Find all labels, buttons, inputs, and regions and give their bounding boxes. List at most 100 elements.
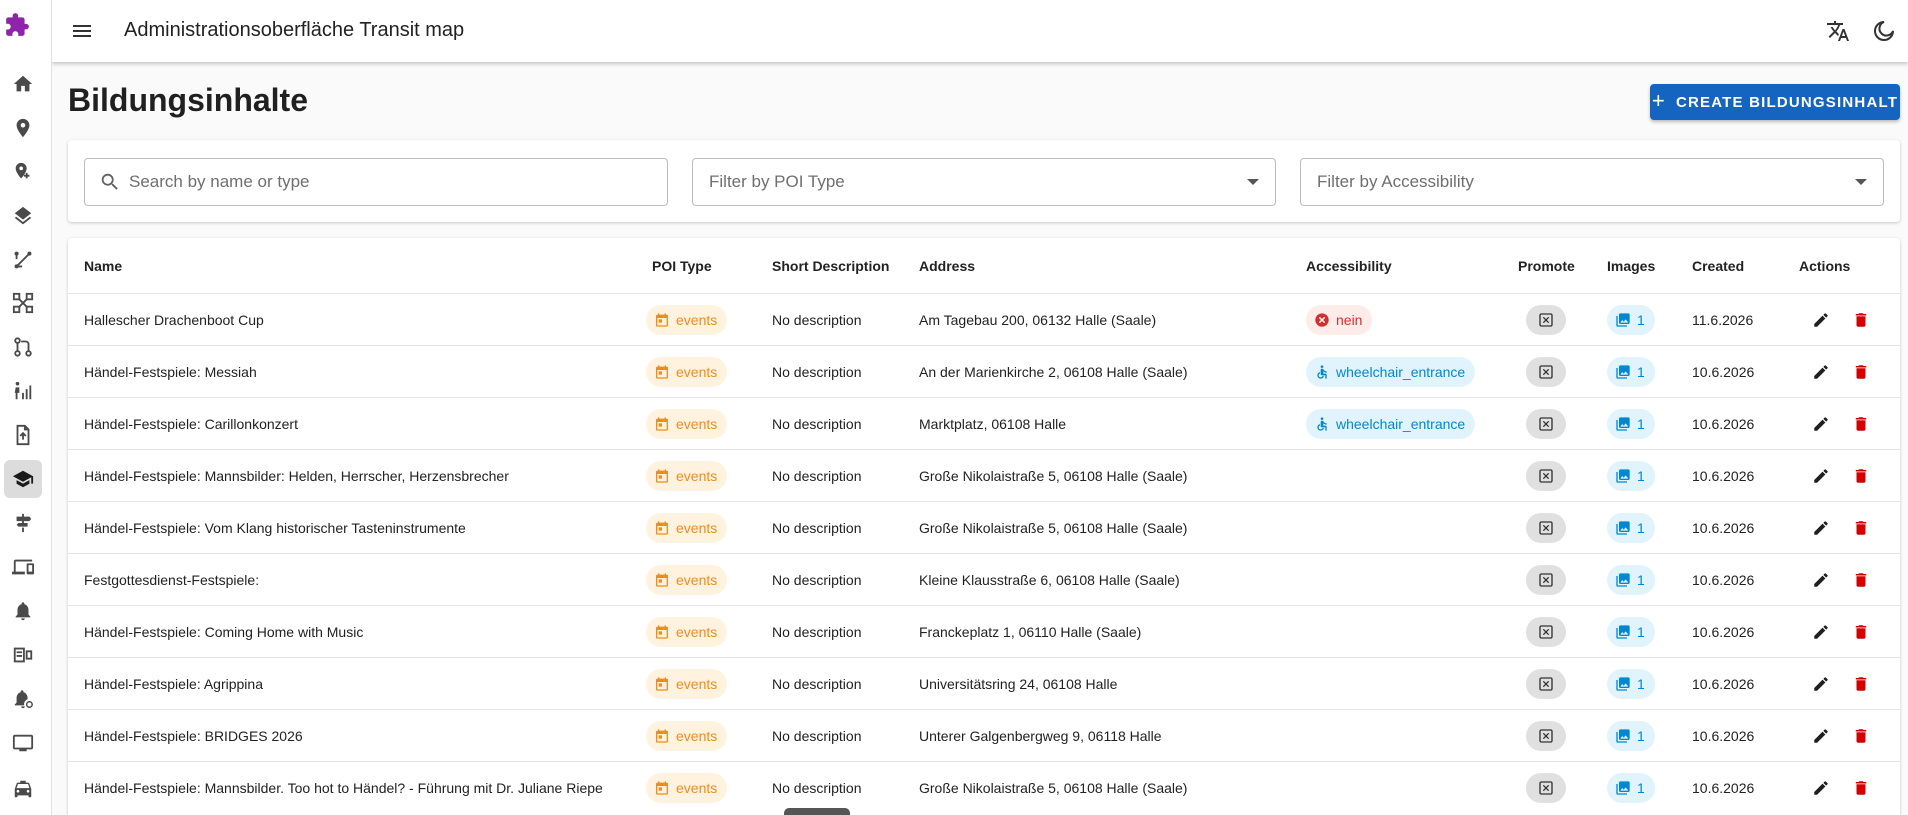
images-chip[interactable]: 1 bbox=[1607, 305, 1655, 335]
sidebar-item-devices[interactable] bbox=[4, 548, 42, 586]
edit-button[interactable] bbox=[1809, 360, 1833, 384]
table-row[interactable]: Händel-Festspiele: Vom Klang historische… bbox=[68, 501, 1900, 553]
images-chip[interactable]: 1 bbox=[1607, 565, 1655, 595]
table-row[interactable]: Händel-Festspiele: Coming Home with Musi… bbox=[68, 605, 1900, 657]
table-row[interactable]: Hallescher Drachenboot Cup events No descr… bbox=[68, 293, 1900, 345]
app-logo-icon[interactable] bbox=[4, 12, 30, 38]
created-date: 10.6.2026 bbox=[1692, 520, 1755, 536]
sidebar-item-school[interactable] bbox=[4, 460, 42, 498]
sidebar-item-accessibility-stats[interactable] bbox=[4, 372, 42, 410]
delete-button[interactable] bbox=[1849, 308, 1873, 332]
images-chip[interactable]: 1 bbox=[1607, 773, 1655, 803]
event-calendar-icon bbox=[656, 365, 668, 379]
images-chip[interactable]: 1 bbox=[1607, 461, 1655, 491]
delete-trash-icon bbox=[1855, 521, 1867, 535]
column-header-poi-type[interactable]: POI Type bbox=[652, 258, 712, 274]
address: Unterer Galgenbergweg 9, 06118 Halle bbox=[919, 728, 1162, 744]
menu-button[interactable] bbox=[68, 17, 96, 45]
images-chip[interactable]: 1 bbox=[1607, 721, 1655, 751]
table-row[interactable]: Händel-Festspiele: Agrippina events No des… bbox=[68, 657, 1900, 709]
sidebar-item-transit-lines[interactable] bbox=[4, 328, 42, 366]
sidebar-item-layers[interactable] bbox=[4, 197, 42, 235]
accessibility-cell: wheelchair_entrance bbox=[1306, 398, 1476, 450]
column-header-accessibility[interactable]: Accessibility bbox=[1306, 258, 1392, 274]
sidebar-item-display-device[interactable] bbox=[4, 636, 42, 674]
table-row[interactable]: Händel-Festspiele: Mannsbilder: Helden, … bbox=[68, 449, 1900, 501]
promote-toggle[interactable] bbox=[1526, 773, 1566, 803]
actions-cell bbox=[1809, 346, 1873, 398]
delete-button[interactable] bbox=[1849, 516, 1873, 540]
poi-type-chip: events bbox=[646, 565, 728, 595]
delete-button[interactable] bbox=[1849, 412, 1873, 436]
theme-toggle-button[interactable] bbox=[1870, 17, 1898, 45]
edit-button[interactable] bbox=[1809, 568, 1833, 592]
column-header-promote[interactable]: Promote bbox=[1518, 258, 1575, 274]
edit-button[interactable] bbox=[1809, 776, 1833, 800]
table-row[interactable]: Festgottesdienst-Festspiele: events No des… bbox=[68, 553, 1900, 605]
images-cell: 1 bbox=[1607, 294, 1655, 346]
edit-button[interactable] bbox=[1809, 464, 1833, 488]
images-chip[interactable]: 1 bbox=[1607, 617, 1655, 647]
promote-toggle[interactable] bbox=[1526, 721, 1566, 751]
edit-button[interactable] bbox=[1809, 516, 1833, 540]
images-chip[interactable]: 1 bbox=[1607, 513, 1655, 543]
sidebar-item-add-location[interactable] bbox=[4, 153, 42, 191]
address-cell: Unterer Galgenbergweg 9, 06118 Halle bbox=[919, 710, 1162, 762]
table-row[interactable]: Händel-Festspiele: Mannsbilder. Too hot … bbox=[68, 761, 1900, 813]
delete-button[interactable] bbox=[1849, 360, 1873, 384]
edit-pencil-icon bbox=[1814, 573, 1828, 587]
search-input[interactable]: Search by name or type bbox=[84, 158, 668, 206]
scrollbar-thumb[interactable] bbox=[784, 808, 850, 815]
edit-button[interactable] bbox=[1809, 412, 1833, 436]
column-header-short-description[interactable]: Short Description bbox=[772, 258, 889, 274]
poi-type-select[interactable]: Filter by POI Type bbox=[692, 158, 1276, 206]
sidebar-item-notification-settings[interactable] bbox=[4, 680, 42, 718]
images-chip[interactable]: 1 bbox=[1607, 409, 1655, 439]
promote-toggle[interactable] bbox=[1526, 461, 1566, 491]
sidebar-item-file-upload[interactable] bbox=[4, 416, 42, 454]
images-chip[interactable]: 1 bbox=[1607, 669, 1655, 699]
promote-toggle[interactable] bbox=[1526, 565, 1566, 595]
promote-toggle[interactable] bbox=[1526, 409, 1566, 439]
sidebar-item-monitor[interactable] bbox=[4, 724, 42, 762]
sidebar-item-location-pin[interactable] bbox=[4, 109, 42, 147]
column-header-images[interactable]: Images bbox=[1607, 258, 1655, 274]
edit-button[interactable] bbox=[1809, 308, 1833, 332]
edit-button[interactable] bbox=[1809, 724, 1833, 748]
accessibility-select[interactable]: Filter by Accessibility bbox=[1300, 158, 1884, 206]
delete-button[interactable] bbox=[1849, 568, 1873, 592]
poi-type-label: events bbox=[676, 416, 718, 432]
images-chip[interactable]: 1 bbox=[1607, 357, 1655, 387]
promote-toggle[interactable] bbox=[1526, 357, 1566, 387]
sidebar-item-home[interactable] bbox=[4, 65, 42, 103]
display-device-icon bbox=[13, 647, 33, 663]
promote-toggle[interactable] bbox=[1526, 305, 1566, 335]
delete-button[interactable] bbox=[1849, 464, 1873, 488]
create-bildungsinhalt-button[interactable]: + CREATE BILDUNGSINHALT bbox=[1650, 84, 1900, 120]
delete-button[interactable] bbox=[1849, 620, 1873, 644]
sidebar-item-signpost[interactable] bbox=[4, 504, 42, 542]
edit-button[interactable] bbox=[1809, 672, 1833, 696]
sidebar-item-route[interactable] bbox=[4, 241, 42, 279]
promote-toggle[interactable] bbox=[1526, 513, 1566, 543]
delete-button[interactable] bbox=[1849, 724, 1873, 748]
promote-toggle[interactable] bbox=[1526, 669, 1566, 699]
table-row[interactable]: Händel-Festspiele: Carillonkonzert events… bbox=[68, 397, 1900, 449]
description-cell: No description bbox=[772, 606, 862, 658]
column-header-name[interactable]: Name bbox=[84, 258, 122, 274]
table-row[interactable]: Händel-Festspiele: Messiah events No descr… bbox=[68, 345, 1900, 397]
delete-button[interactable] bbox=[1849, 776, 1873, 800]
column-header-actions[interactable]: Actions bbox=[1799, 258, 1850, 274]
translate-button[interactable] bbox=[1824, 17, 1852, 45]
edit-button[interactable] bbox=[1809, 620, 1833, 644]
name-cell: Händel-Festspiele: Agrippina bbox=[84, 658, 263, 710]
created-cell: 10.6.2026 bbox=[1692, 710, 1754, 762]
column-header-address[interactable]: Address bbox=[919, 258, 975, 274]
column-header-created[interactable]: Created bbox=[1692, 258, 1744, 274]
sidebar-item-network[interactable] bbox=[4, 284, 42, 322]
table-row[interactable]: Händel-Festspiele: BRIDGES 2026 events No … bbox=[68, 709, 1900, 761]
promote-toggle[interactable] bbox=[1526, 617, 1566, 647]
sidebar-item-alarm-bell[interactable] bbox=[4, 592, 42, 630]
delete-button[interactable] bbox=[1849, 672, 1873, 696]
sidebar-item-taxi[interactable] bbox=[4, 770, 42, 808]
